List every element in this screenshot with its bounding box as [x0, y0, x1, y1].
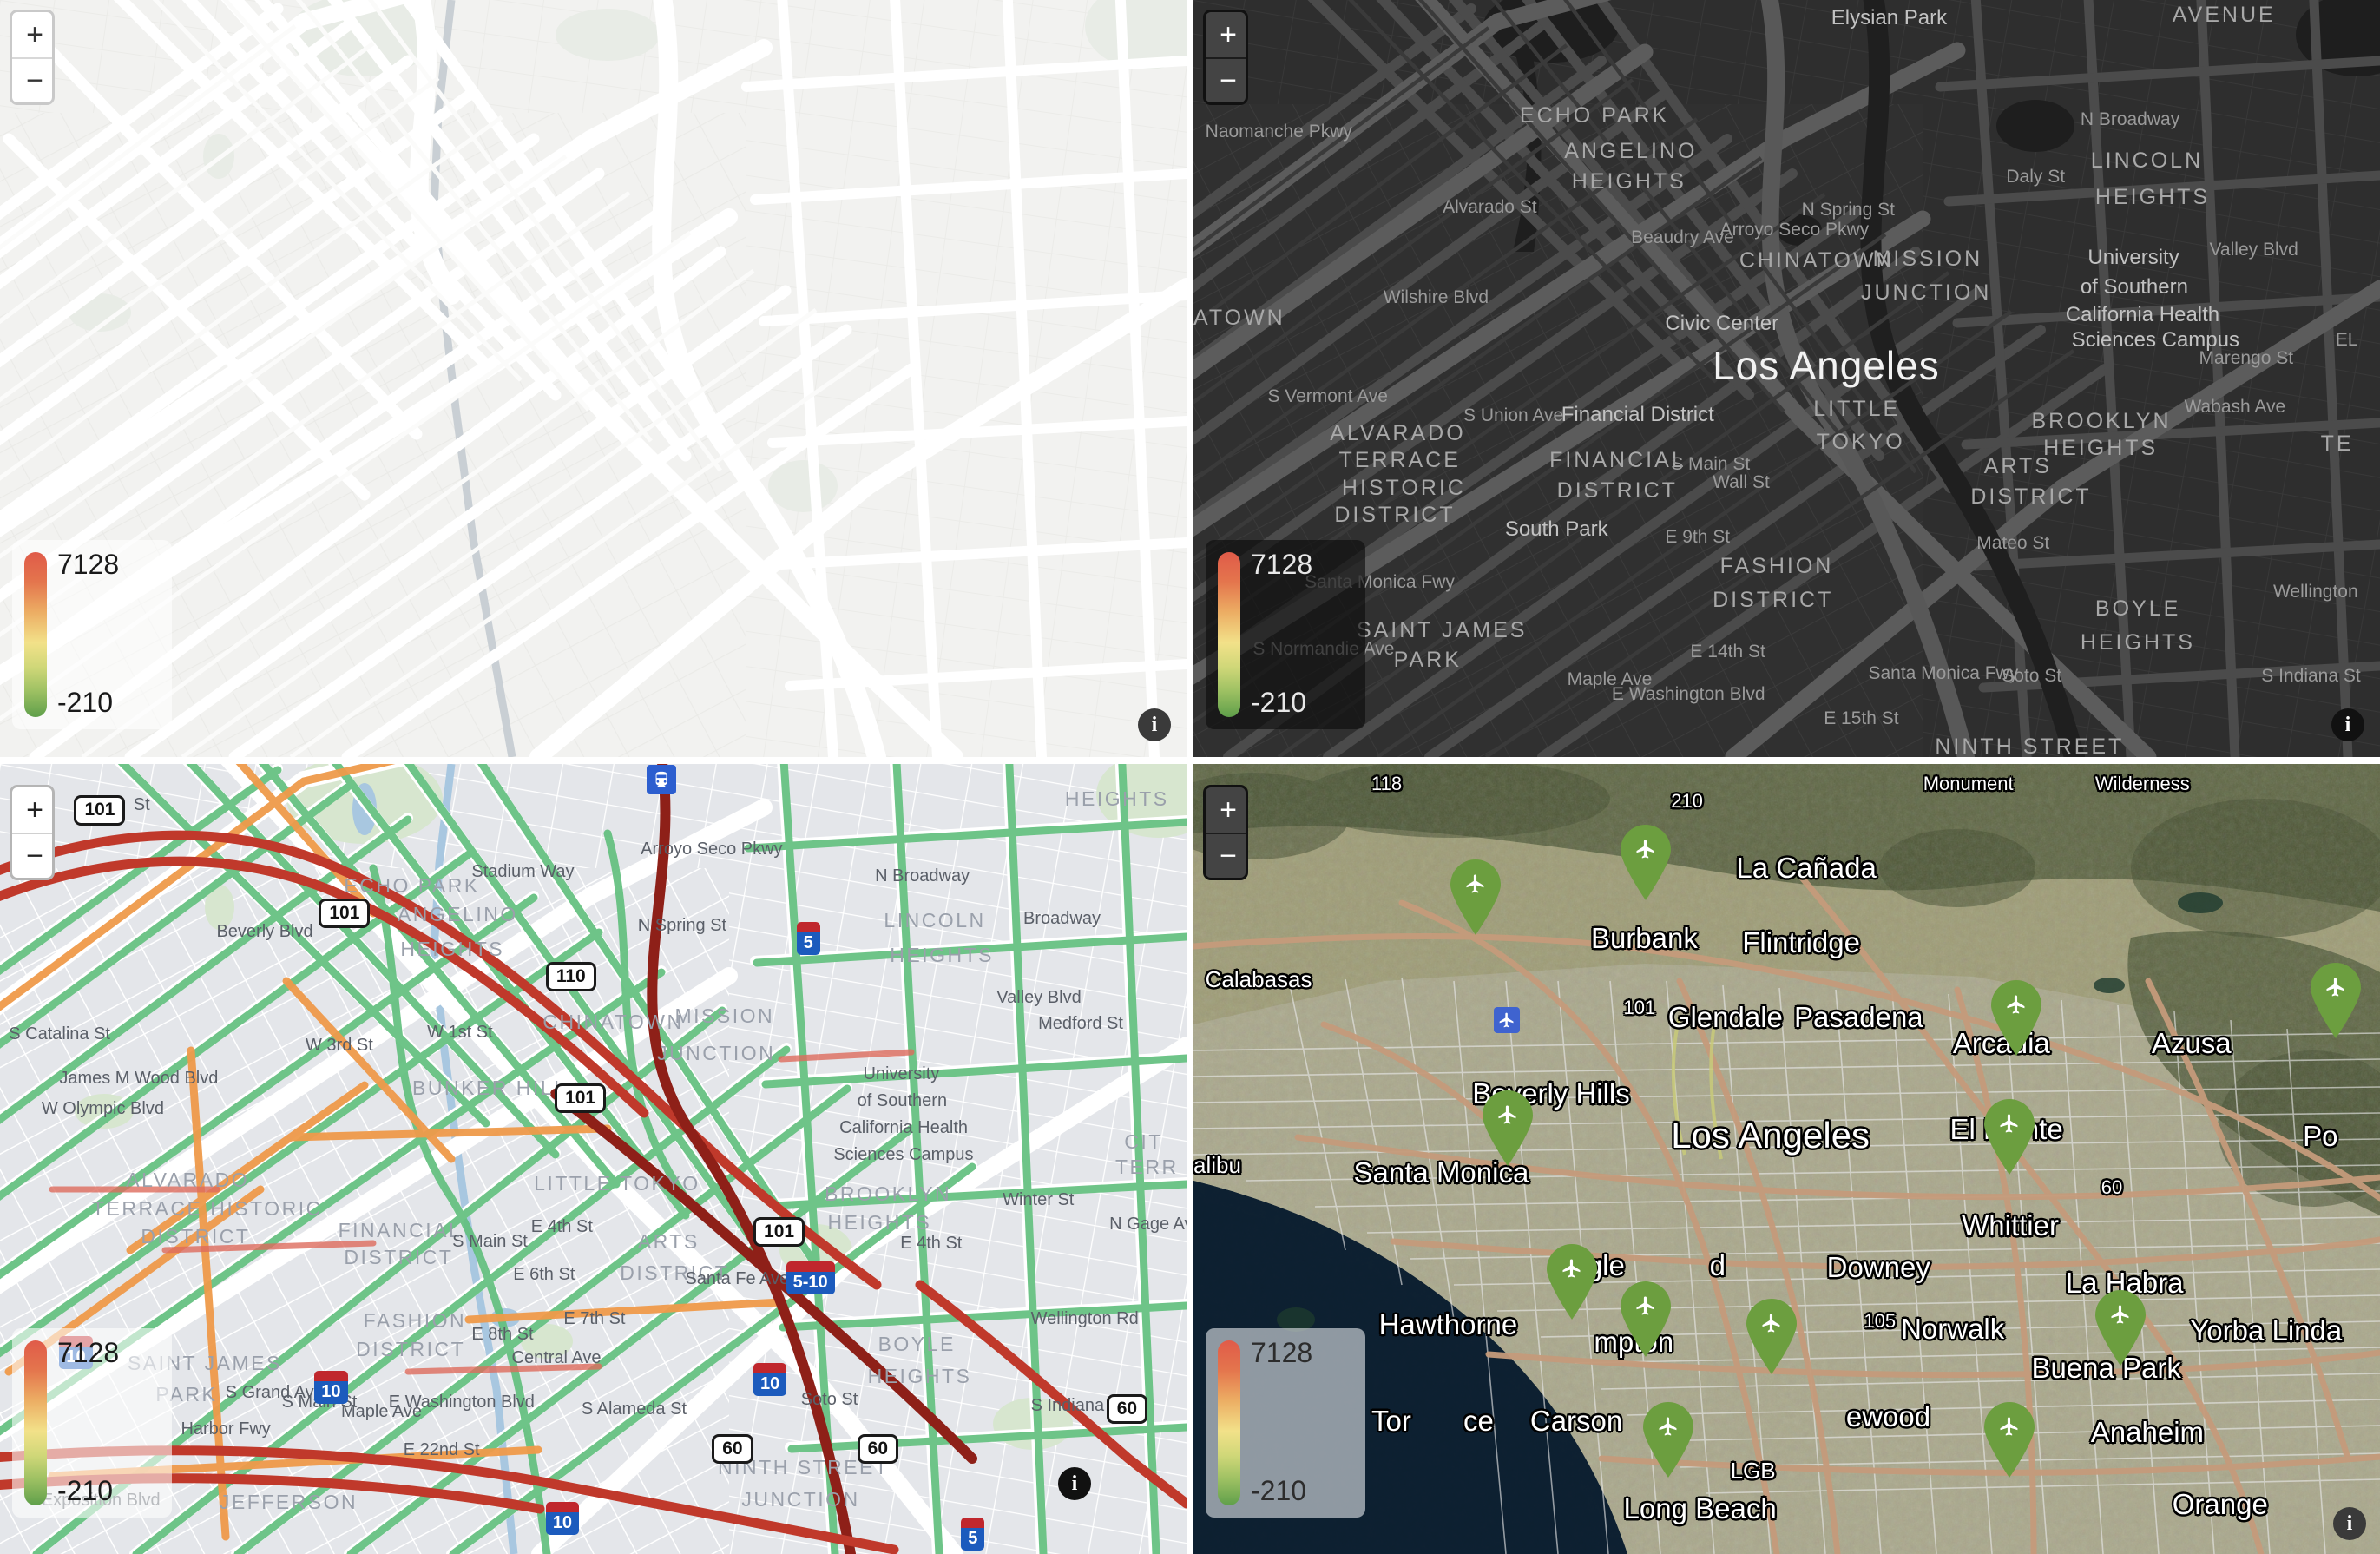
info-button[interactable]: i	[2333, 1507, 2366, 1540]
panel-dark-basemap[interactable]: Elysian ParkAVENUEOMAHAHEIGHTSECHO PARKN…	[1193, 0, 2380, 757]
legend-max-value: 7128	[57, 1337, 120, 1368]
us-route-shield: 60	[1106, 1394, 1148, 1425]
traffic-basemap-roads	[0, 764, 1187, 1554]
us-route-shield: 101	[555, 1083, 607, 1113]
interstate-shield: 10	[314, 1370, 348, 1404]
zoom-out-button[interactable]: −	[12, 833, 52, 878]
legend-gradient-bar	[24, 1340, 47, 1505]
zoom-control[interactable]: + −	[1203, 785, 1248, 880]
airplane-icon	[1746, 1298, 1798, 1374]
legend-min-value: -210	[57, 1475, 114, 1506]
zoom-in-button[interactable]: +	[12, 787, 52, 833]
light-basemap-roads	[0, 0, 1187, 757]
color-legend: 7128 -210	[12, 1328, 172, 1518]
zoom-control[interactable]: + −	[10, 10, 55, 105]
airport-marker-pin[interactable]	[1743, 1298, 1800, 1374]
legend-labels: 7128 -210	[1251, 1337, 1346, 1506]
us-route-shield: 110	[545, 961, 596, 991]
legend-max-value: 7128	[57, 549, 120, 580]
legend-gradient-bar	[1218, 1340, 1240, 1505]
zoom-out-button[interactable]: −	[1206, 833, 1246, 878]
train-icon	[655, 771, 667, 787]
legend-labels: 7128 -210	[57, 549, 153, 718]
airplane-icon	[1621, 824, 1672, 900]
airport-marker-pin[interactable]	[1617, 824, 1674, 900]
color-legend: 7128 -210	[1206, 1328, 1365, 1518]
interstate-shield: 10	[545, 1501, 580, 1535]
legend-labels: 7128 -210	[57, 1337, 153, 1506]
us-route-shield: 101	[74, 795, 126, 826]
zoom-control[interactable]: + −	[10, 785, 55, 880]
airplane-icon	[1483, 1090, 1534, 1166]
legend-max-value: 7128	[1251, 549, 1313, 580]
airport-marker-pin[interactable]	[1981, 1098, 2038, 1175]
airport-marker-pin[interactable]	[1543, 1243, 1601, 1320]
zoom-in-button[interactable]: +	[12, 12, 52, 57]
us-route-shield: 101	[319, 898, 371, 928]
legend-labels: 7128 -210	[1251, 549, 1346, 718]
transit-station-icon[interactable]	[647, 765, 676, 794]
zoom-in-button[interactable]: +	[1206, 12, 1246, 57]
legend-min-value: -210	[1251, 1475, 1307, 1506]
legend-min-value: -210	[1251, 687, 1307, 718]
airplane-icon	[2310, 962, 2361, 1038]
airport-marker-pin[interactable]	[1447, 859, 1504, 936]
legend-gradient-bar	[24, 552, 47, 717]
zoom-out-button[interactable]: −	[1206, 57, 1246, 102]
airport-marker-pin[interactable]	[1988, 979, 2045, 1057]
zoom-out-button[interactable]: −	[12, 57, 52, 102]
zoom-in-button[interactable]: +	[1206, 787, 1246, 833]
airplane-icon	[1983, 1098, 2035, 1175]
airplane-icon	[1642, 1401, 1693, 1478]
airplane-icon	[1991, 980, 2042, 1057]
airplane-icon	[1621, 1281, 1672, 1357]
airport-marker-pin[interactable]	[1617, 1281, 1674, 1357]
airport-marker-pin[interactable]	[1479, 1090, 1536, 1166]
satellite-imagery	[1193, 764, 2380, 1554]
interstate-shield: 5	[796, 922, 820, 955]
airplane-icon	[1983, 1401, 2035, 1478]
panel-light-basemap[interactable]: + − 7128 -210 i	[0, 0, 1187, 757]
airport-marker-pin[interactable]	[2092, 1289, 2149, 1366]
color-legend: 7128 -210	[1206, 540, 1365, 729]
airplane-icon	[1546, 1243, 1597, 1320]
panel-traffic-basemap[interactable]: ECHO PARK Stadium Way Arroyo Seco Pkwy N Br…	[0, 764, 1187, 1554]
airport-marker-pin[interactable]	[2307, 962, 2364, 1038]
info-button[interactable]: i	[1058, 1467, 1091, 1500]
airplane-icon	[2094, 1289, 2146, 1366]
airplane-icon	[1450, 859, 1501, 936]
airplane-icon	[1499, 1012, 1514, 1028]
info-button[interactable]: i	[2331, 708, 2364, 741]
interstate-shield: 5-10	[786, 1261, 835, 1295]
interstate-shield: 10	[753, 1362, 787, 1396]
zoom-control[interactable]: + −	[1203, 10, 1248, 105]
legend-min-value: -210	[57, 687, 114, 718]
map-panel-grid: + − 7128 -210 i Elysian Park AVENUE ECHO…	[0, 0, 2380, 1554]
airport-poi-icon[interactable]	[1494, 1007, 1520, 1033]
panel-satellite-basemap[interactable]: Monument Wilderness La Cañada Flintridge Bur…	[1193, 764, 2380, 1554]
airport-marker-pin[interactable]	[1981, 1401, 2038, 1478]
us-route-shield: 101	[753, 1217, 805, 1248]
legend-max-value: 7128	[1251, 1337, 1313, 1368]
info-button[interactable]: i	[1138, 708, 1171, 741]
legend-gradient-bar	[1218, 552, 1240, 717]
us-route-shield: 60	[857, 1433, 899, 1464]
color-legend: 7128 -210	[12, 540, 172, 729]
us-route-shield: 60	[712, 1433, 753, 1464]
airport-marker-pin[interactable]	[1640, 1401, 1697, 1478]
dark-basemap-roads	[1193, 0, 2380, 757]
interstate-shield: 5	[961, 1518, 985, 1551]
